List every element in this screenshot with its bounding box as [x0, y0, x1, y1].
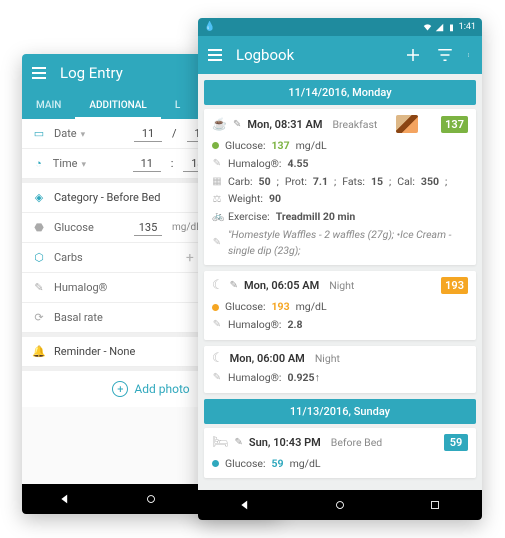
edit-icon: ✎ — [230, 280, 238, 291]
edit-icon: ✎ — [233, 119, 241, 130]
clock-icon: ◔ — [32, 157, 45, 171]
more-icon[interactable] — [468, 46, 472, 64]
syringe-icon: ✎ — [32, 281, 46, 295]
recent-icon[interactable] — [428, 498, 442, 512]
carbs-icon: ⬡ — [32, 251, 46, 265]
glucose-badge: 137 — [441, 116, 468, 133]
glucose-label: Glucose — [54, 221, 124, 234]
dot-icon — [212, 304, 219, 311]
glucose-value[interactable]: 135 — [134, 220, 162, 236]
note-icon: ✎ — [212, 235, 222, 250]
chevron-down-icon: ▾ — [82, 160, 87, 170]
status-time: 1:41 — [459, 22, 476, 32]
entry-time: Mon, 08:31 AM — [247, 118, 322, 131]
logbook-body[interactable]: 11/14/2016, Monday ☕ ✎ Mon, 08:31 AM Bre… — [198, 74, 482, 490]
appbar-title: Log Entry — [60, 64, 206, 82]
entry-meal: Breakfast — [333, 118, 378, 131]
breakfast-icon: ☕ — [212, 117, 227, 131]
humalog-label: Humalog® — [54, 281, 124, 294]
entry-time: Sun, 10:43 PM — [249, 436, 321, 449]
reminder-label: Reminder - None — [54, 345, 135, 358]
nutrition-icon: ▦ — [212, 174, 222, 189]
plus-icon[interactable] — [404, 46, 422, 64]
entry-meal: Night — [315, 352, 340, 365]
basal-label: Basal rate — [54, 311, 124, 324]
drop-icon: ⬣ — [32, 221, 46, 235]
bell-icon: 🔔 — [32, 345, 46, 359]
bike-icon: 🚲 — [212, 209, 222, 224]
entry-time: Mon, 06:05 AM — [244, 279, 319, 292]
tab-last[interactable]: L — [161, 92, 194, 119]
moon-icon: ☾ — [212, 352, 224, 365]
basal-icon: ⟳ — [32, 311, 46, 325]
log-entry[interactable]: ☾ Mon, 06:00 AM Night ✎Humalog®: 0.925↑ — [204, 346, 476, 393]
entry-time: Mon, 06:00 AM — [230, 352, 305, 365]
tab-main[interactable]: MAIN — [22, 92, 75, 119]
syringe-icon: ✎ — [212, 156, 222, 171]
edit-icon: ✎ — [235, 437, 243, 448]
chevron-down-icon: ▾ — [81, 130, 86, 140]
signal-icon — [435, 23, 444, 32]
phone-logbook: 💧 1:41 Logbook 11/14/2016, Monday ☕ ✎ Mo… — [198, 18, 482, 520]
date-mm[interactable]: 11 — [134, 126, 162, 142]
back-icon[interactable] — [58, 492, 72, 506]
date-label: Date — [54, 127, 77, 140]
log-entry[interactable]: ☾ ✎ Mon, 06:05 AM Night 193 Glucose: 193… — [204, 271, 476, 340]
appbar-title: Logbook — [236, 46, 390, 64]
time-hh[interactable]: 11 — [133, 156, 161, 172]
statusbar: 💧 1:41 — [198, 18, 482, 36]
home-icon[interactable] — [144, 492, 158, 506]
plus-icon: + — [112, 381, 128, 397]
log-entry[interactable]: ☕ ✎ Mon, 08:31 AM Breakfast 137 Glucose:… — [204, 109, 476, 265]
app-drop-icon: 💧 — [204, 22, 215, 32]
glucose-badge: 193 — [441, 277, 468, 294]
day-header: 11/13/2016, Sunday — [204, 399, 476, 424]
entry-meal: Night — [329, 279, 354, 292]
appbar-right: Logbook — [198, 36, 482, 74]
bed-icon: 🛏 — [212, 436, 229, 449]
syringe-icon: ✎ — [212, 370, 222, 385]
log-entry[interactable]: 🛏 ✎ Sun, 10:43 PM Before Bed 59 Glucose:… — [204, 428, 476, 479]
entry-meal: Before Bed — [331, 436, 382, 449]
glucose-badge: 59 — [444, 434, 468, 451]
add-photo-label: Add photo — [134, 382, 189, 396]
tab-additional[interactable]: ADDITIONAL — [75, 92, 160, 119]
android-navbar — [198, 490, 482, 520]
wifi-icon — [423, 23, 432, 32]
entry-note: "Homestyle Waffles - 2 waffles (27g); •I… — [228, 227, 468, 259]
add-carbs-icon[interactable]: + — [186, 250, 194, 266]
carbs-label: Carbs — [54, 251, 124, 264]
syringe-icon: ✎ — [212, 317, 222, 332]
day-header: 11/14/2016, Monday — [204, 80, 476, 105]
moon-icon: ☾ — [212, 279, 224, 292]
filter-icon[interactable] — [436, 46, 454, 64]
back-icon[interactable] — [238, 498, 252, 512]
calendar-icon: ▭ — [32, 127, 46, 141]
menu-icon[interactable] — [32, 67, 46, 79]
food-thumb — [396, 115, 418, 133]
time-label: Time — [53, 157, 78, 170]
tag-icon: ◈ — [32, 191, 46, 205]
menu-icon[interactable] — [208, 49, 222, 61]
category-label: Category - Before Bed — [54, 191, 160, 204]
scale-icon: ⚖ — [212, 192, 222, 207]
battery-icon — [447, 23, 456, 32]
dot-icon — [212, 142, 219, 149]
home-icon[interactable] — [333, 498, 347, 512]
dot-icon — [212, 460, 219, 467]
